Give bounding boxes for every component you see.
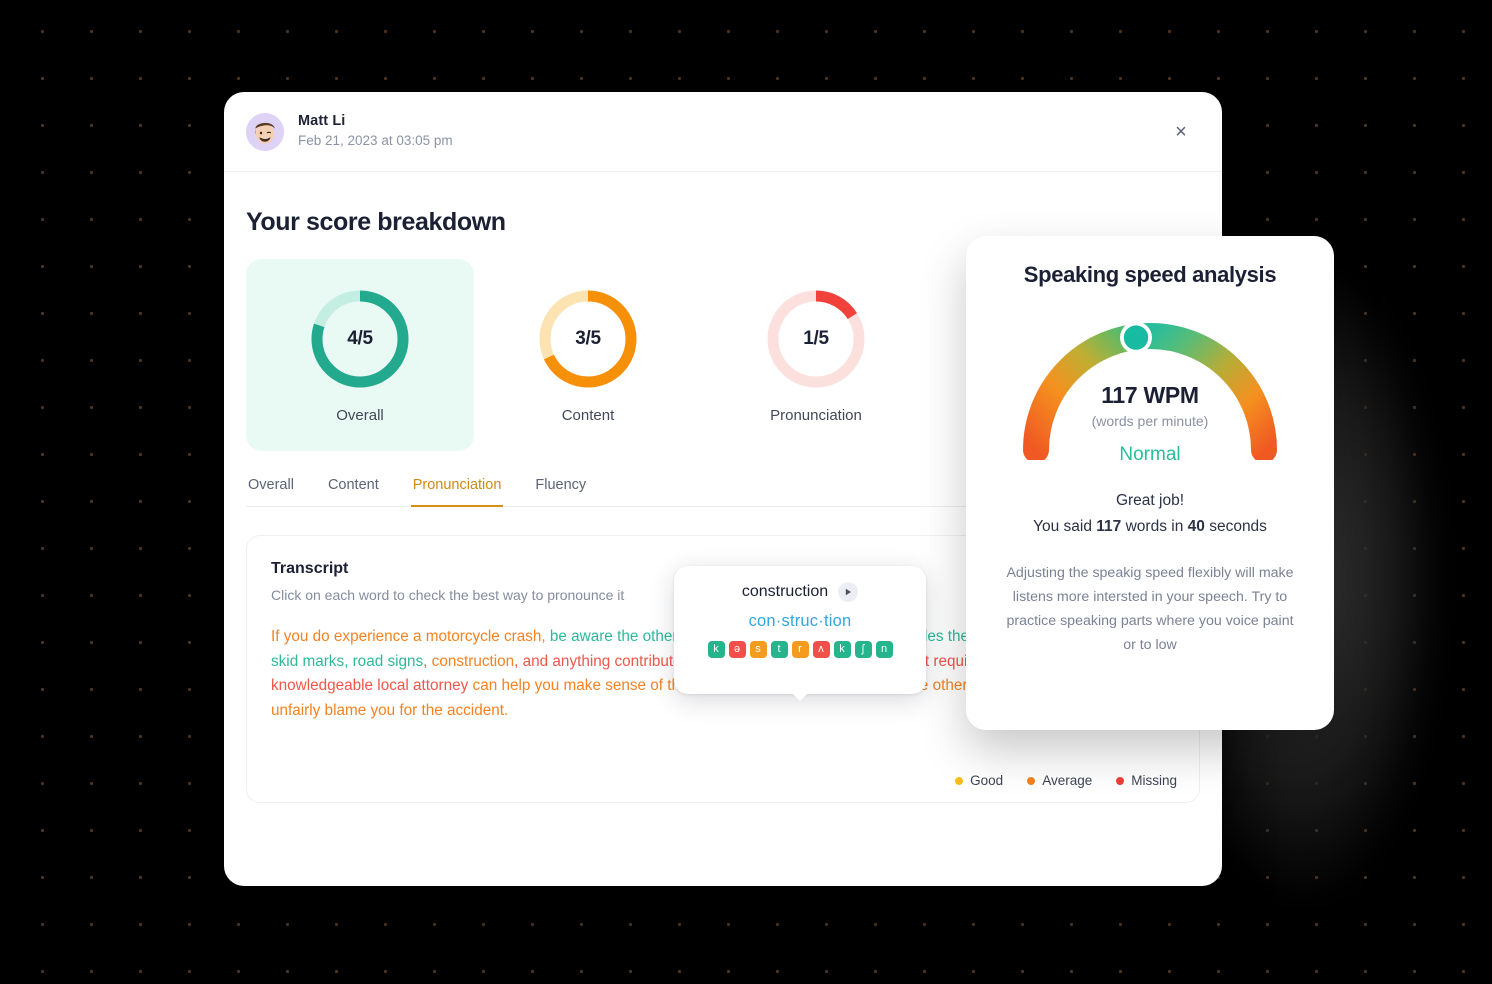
score-donut: 3/5 <box>536 287 640 391</box>
legend-item-good: Good <box>955 773 1003 788</box>
legend-dot-icon <box>1027 776 1036 785</box>
legend-item-average: Average <box>1027 773 1092 788</box>
transcript-segment[interactable]: , <box>423 653 432 670</box>
phoneme-chip[interactable]: t <box>770 641 788 658</box>
phoneme-chips: kəstrʌkʃn <box>707 641 893 658</box>
screen-root: Matt Li Feb 21, 2023 at 03:05 pm × Your … <box>0 0 1492 984</box>
legend-label: Missing <box>1131 773 1177 788</box>
phoneme-chip[interactable]: ʃ <box>854 641 872 658</box>
word-count-summary: You said 117 words in 40 seconds <box>994 518 1306 536</box>
said-middle: words in <box>1121 518 1188 535</box>
transcript-segment[interactable]: If you do experience a motorcycle crash, <box>271 628 550 645</box>
session-timestamp: Feb 21, 2023 at 03:05 pm <box>298 133 453 149</box>
user-meta: Matt Li Feb 21, 2023 at 03:05 pm <box>298 112 453 151</box>
said-prefix: You said <box>1033 518 1097 535</box>
pronunciation-word-row: construction <box>741 582 859 602</box>
tab-fluency[interactable]: Fluency <box>533 477 588 507</box>
tab-pronunciation[interactable]: Pronunciation <box>410 477 504 507</box>
avatar <box>246 112 284 151</box>
said-word-count: 117 <box>1096 518 1122 535</box>
legend-dot-icon <box>955 776 964 785</box>
legend-item-missing: Missing <box>1116 773 1177 788</box>
speaking-speed-card: Speaking speed analysis 117 WPM (words p… <box>966 236 1334 730</box>
play-icon[interactable] <box>838 582 859 602</box>
user-name: Matt Li <box>298 112 346 129</box>
card-header: Matt Li Feb 21, 2023 at 03:05 pm × <box>224 92 1222 172</box>
score-value: 1/5 <box>803 327 829 349</box>
close-icon[interactable]: × <box>1166 117 1196 147</box>
transcript-segment[interactable]: construction <box>432 653 514 670</box>
score-tile-pronunciation[interactable]: 1/5 Pronunciation <box>702 259 930 451</box>
phoneme-chip[interactable]: ʌ <box>812 641 830 658</box>
speed-advice-text: Adjusting the speakig speed flexibly wil… <box>1006 565 1294 653</box>
legend: Good Average Missing <box>955 773 1177 788</box>
score-label: Pronunciation <box>770 406 862 424</box>
tab-content[interactable]: Content <box>326 477 381 507</box>
speaking-speed-title: Speaking speed analysis <box>1023 262 1277 287</box>
speed-gauge: 117 WPM (words per minute) Normal <box>1010 310 1290 465</box>
said-suffix: seconds <box>1204 518 1267 535</box>
phoneme-chip[interactable]: n <box>875 641 893 658</box>
pronunciation-popup: construction con·struc·tion kəstrʌkʃn <box>674 566 926 701</box>
score-label: Content <box>561 406 615 424</box>
score-tile-content[interactable]: 3/5 Content <box>474 259 702 451</box>
score-value: 3/5 <box>575 327 601 349</box>
page-title: Your score breakdown <box>246 208 506 236</box>
syllable-breakdown: con·struc·tion <box>748 612 852 630</box>
great-job-text: Great job! <box>1115 492 1185 509</box>
legend-label: Good <box>970 773 1004 788</box>
phoneme-chip[interactable]: s <box>749 641 767 658</box>
legend-label: Average <box>1042 773 1093 788</box>
phoneme-chip[interactable]: ə <box>728 641 746 658</box>
phoneme-chip[interactable]: r <box>791 641 809 658</box>
score-donut: 1/5 <box>764 287 868 391</box>
phoneme-chip[interactable]: k <box>833 641 851 658</box>
said-seconds: 40 <box>1187 518 1205 535</box>
pronunciation-word: construction <box>741 583 829 600</box>
score-donut: 4/5 <box>308 287 412 391</box>
tab-overall[interactable]: Overall <box>246 477 296 507</box>
legend-dot-icon <box>1116 776 1125 785</box>
phoneme-chip[interactable]: k <box>707 641 725 658</box>
score-label: Overall <box>336 406 384 424</box>
score-value: 4/5 <box>347 327 373 349</box>
score-tile-overall[interactable]: 4/5 Overall <box>246 259 474 451</box>
